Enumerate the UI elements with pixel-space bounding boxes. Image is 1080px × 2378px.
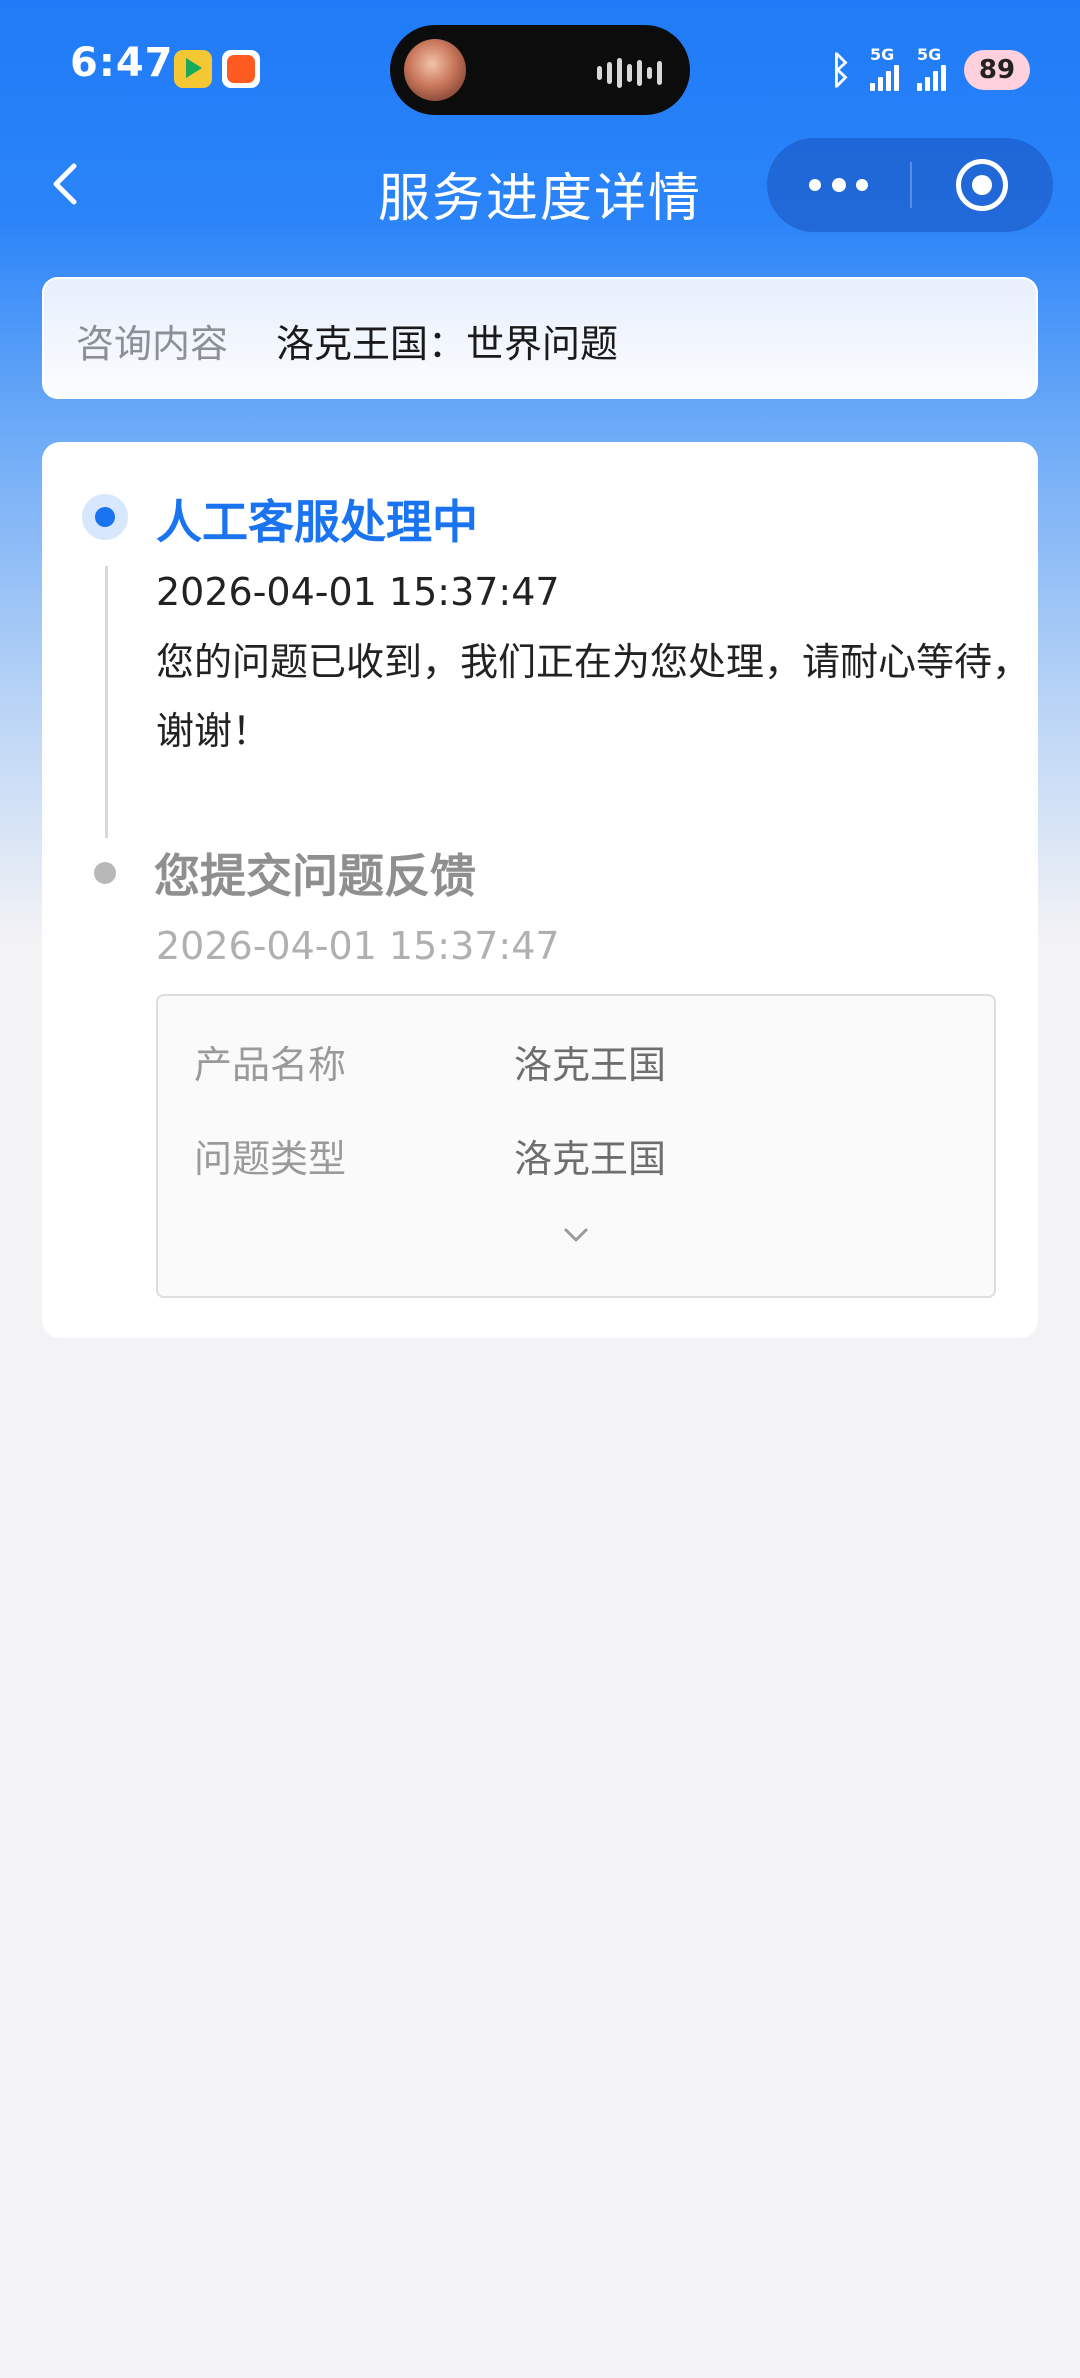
navigation-bar: 服务进度详情	[0, 130, 1080, 240]
step-time-processing: 2026-04-01 15:37:47	[156, 570, 560, 614]
battery-icon: 89	[964, 50, 1030, 90]
active-step-dot-icon	[82, 494, 128, 540]
bluetooth-icon: ᛒ	[829, 48, 852, 92]
network-type-label: 5G	[870, 45, 895, 64]
progress-timeline-card: 人工客服处理中 2026-04-01 15:37:47 您的问题已收到，我们正在…	[42, 442, 1038, 1338]
signal-icon-2: 5G	[917, 45, 946, 91]
step-title-processing: 人工客服处理中	[156, 495, 478, 549]
more-button[interactable]	[767, 138, 910, 232]
step-time-submitted: 2026-04-01 15:37:47	[156, 924, 560, 968]
status-time: 6:47	[70, 40, 174, 86]
detail-row-product: 产品名称 洛克王国	[194, 1034, 954, 1087]
video-app-icon	[174, 50, 212, 88]
detail-row-issue-type: 问题类型 洛克王国	[194, 1128, 954, 1181]
more-dots-icon	[809, 179, 821, 191]
status-indicators: ᛒ 5G 5G 89	[829, 40, 1030, 100]
step-title-submitted: 您提交问题反馈	[154, 849, 476, 903]
step-description-processing: 您的问题已收到，我们正在为您处理，请耐心等待，谢谢！	[156, 640, 1031, 753]
inquiry-label: 咨询内容	[76, 322, 229, 366]
timeline-connector	[105, 566, 108, 838]
signal-icon: 5G	[870, 45, 899, 91]
detail-value: 洛克王国	[514, 1043, 667, 1087]
inquiry-value: 洛克王国：世界问题	[276, 322, 619, 366]
detail-value: 洛克王国	[514, 1137, 667, 1181]
inquiry-card: 咨询内容 洛克王国：世界问题	[42, 277, 1038, 399]
dynamic-island[interactable]	[390, 25, 690, 115]
close-button[interactable]	[912, 138, 1053, 232]
red-app-icon	[222, 50, 260, 88]
feedback-detail-box: 产品名称 洛克王国 问题类型 洛克王国	[156, 994, 996, 1298]
detail-label: 问题类型	[194, 1137, 347, 1181]
miniprogram-capsule	[767, 138, 1053, 232]
inactive-step-dot-icon	[94, 862, 116, 884]
audio-wave-icon	[597, 58, 662, 88]
music-cover-avatar	[404, 39, 466, 101]
close-target-icon	[956, 159, 1008, 211]
chevron-down-icon[interactable]	[558, 1220, 594, 1250]
status-bar: 6:47 ᛒ 5G 5G 89	[0, 0, 1080, 130]
network-type-label-2: 5G	[917, 45, 942, 64]
detail-label: 产品名称	[194, 1043, 347, 1087]
